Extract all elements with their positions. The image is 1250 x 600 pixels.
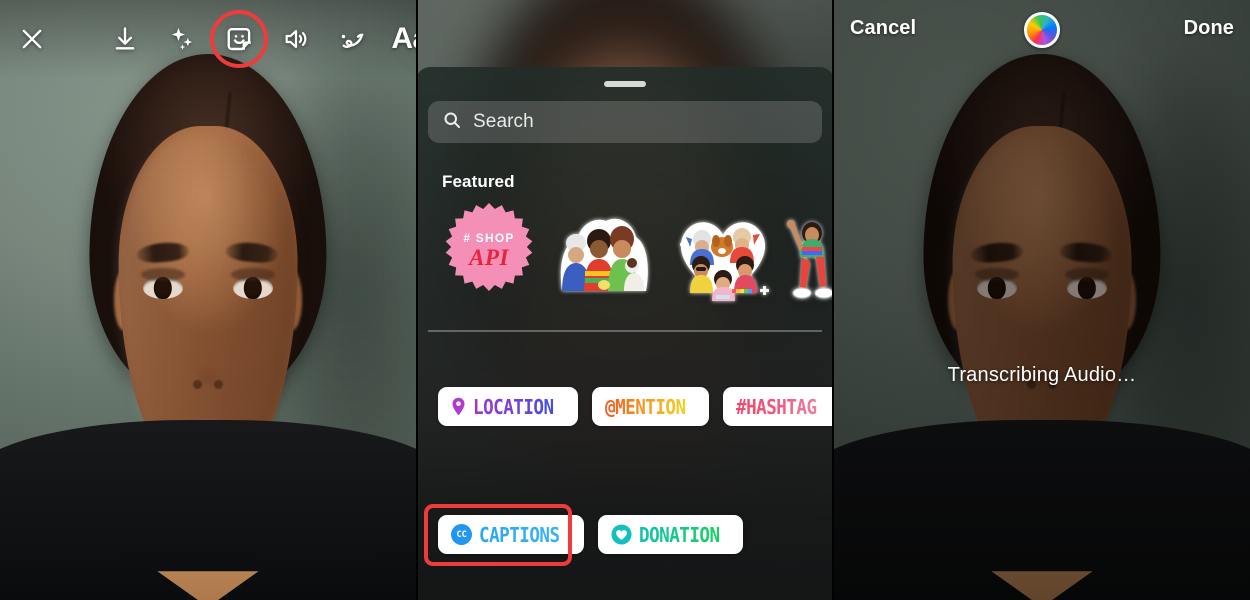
heart-icon [611, 524, 632, 545]
search-input[interactable]: Search [428, 101, 822, 143]
color-picker-wheel[interactable] [1024, 12, 1060, 48]
caption-editor-toolbar: Cancel Done [834, 0, 1250, 58]
sticker-button-highlight [210, 10, 268, 68]
panel-dim-overlay [0, 0, 416, 600]
done-button[interactable]: Done [1184, 17, 1234, 40]
family-group-art [560, 218, 648, 291]
sticker-button[interactable] [210, 10, 268, 68]
sparkles-icon [168, 25, 196, 53]
featured-sticker-shop-api[interactable]: # SHOP API [445, 203, 545, 303]
featured-sticker-dancers[interactable] [786, 203, 834, 303]
text-aa-icon: Aa [391, 22, 416, 55]
sticker-buttons-row-1: LOCATION @MENTION #HASHTAG [416, 387, 834, 426]
close-button[interactable] [10, 17, 54, 61]
featured-sticker-row: # SHOP API [416, 203, 834, 313]
speaker-volume-icon [282, 25, 310, 53]
dancing-people-art [787, 220, 834, 299]
featured-sticker-family-group[interactable] [552, 203, 656, 303]
search-icon [442, 110, 462, 135]
map-pin-icon [451, 397, 466, 416]
sound-button[interactable] [274, 17, 318, 61]
effects-button[interactable] [160, 17, 204, 61]
cancel-button[interactable]: Cancel [850, 17, 916, 40]
draw-button[interactable] [331, 17, 375, 61]
mention-sticker-label: @MENTION [604, 394, 686, 419]
tray-divider [428, 330, 822, 332]
hashtag-sticker-button[interactable]: #HASHTAG [723, 387, 834, 426]
captions-button-highlight [424, 504, 572, 566]
search-placeholder: Search [473, 111, 534, 132]
mention-sticker-button[interactable]: @MENTION [591, 387, 710, 426]
download-icon [111, 25, 139, 53]
sheet-drag-handle[interactable] [604, 81, 646, 87]
heart-family-art [680, 222, 769, 301]
location-sticker-label: LOCATION [473, 394, 554, 419]
shop-api-line1: # SHOP [463, 231, 515, 245]
panel-sticker-tray: Search Featured # SHOP API LOCATION @MEN… [416, 0, 834, 600]
close-x-icon [18, 25, 46, 53]
editor-toolbar: Aa [0, 0, 416, 78]
panel-caption-editor: Cancel Done Transcribing Audio… [834, 0, 1250, 600]
text-button[interactable]: Aa [388, 17, 416, 61]
screenshot-stage: Aa [0, 0, 1250, 600]
transcribing-status-text: Transcribing Audio… [947, 364, 1137, 386]
location-sticker-button[interactable]: LOCATION [438, 387, 578, 426]
donation-sticker-label: DONATION [638, 522, 720, 547]
squiggle-draw-icon [338, 24, 368, 54]
shop-api-line2: API [469, 245, 509, 270]
sticker-sheet: Search Featured # SHOP API LOCATION @MEN… [416, 67, 834, 600]
hashtag-sticker-label: #HASHTAG [736, 394, 817, 419]
panel-story-editor: Aa [0, 0, 416, 600]
featured-sticker-heart-family[interactable] [668, 203, 778, 303]
donation-sticker-button[interactable]: DONATION [597, 515, 744, 554]
caption-dim-overlay [834, 0, 1250, 600]
save-button[interactable] [103, 17, 147, 61]
panel-seam-2 [832, 0, 834, 600]
featured-section-title: Featured [442, 172, 515, 191]
panel-seam-1 [416, 0, 418, 600]
